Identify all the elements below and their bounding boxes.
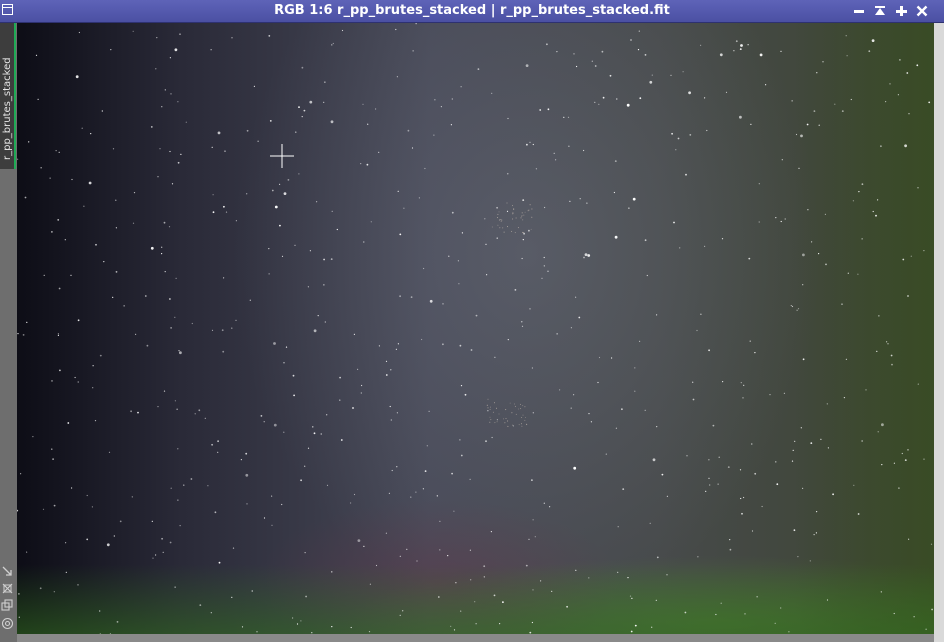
shade-button[interactable]	[872, 3, 888, 19]
maximize-icon	[896, 6, 907, 16]
image-viewport[interactable]	[17, 23, 934, 634]
link-icon[interactable]	[1, 580, 14, 594]
drag-arrow-icon[interactable]	[1, 563, 14, 576]
title-bar[interactable]: RGB 1:6 r_pp_brutes_stacked | r_pp_brute…	[0, 0, 944, 23]
shade-icon	[875, 6, 885, 15]
crosshair-cursor-icon	[270, 144, 294, 168]
view-identifier-tab[interactable]: r_pp_brutes_stacked	[0, 23, 16, 169]
image-window: RGB 1:6 r_pp_brutes_stacked | r_pp_brute…	[0, 0, 944, 642]
minimize-button[interactable]	[851, 3, 867, 19]
stars-layer	[17, 23, 933, 634]
clone-icon[interactable]	[1, 597, 14, 611]
bottom-border	[17, 634, 934, 642]
minimize-icon	[854, 10, 864, 13]
maximize-button[interactable]	[893, 3, 909, 19]
close-button[interactable]	[914, 3, 930, 19]
target-icon[interactable]	[1, 615, 14, 630]
right-border	[934, 23, 944, 642]
close-icon	[916, 5, 928, 17]
view-identifier-label: r_pp_brutes_stacked	[2, 57, 13, 160]
window-title: RGB 1:6 r_pp_brutes_stacked | r_pp_brute…	[274, 3, 670, 18]
